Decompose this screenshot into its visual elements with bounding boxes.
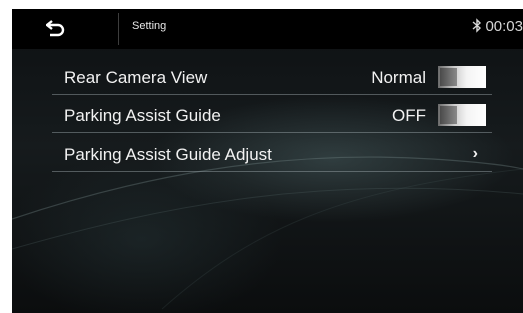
back-arrow-icon xyxy=(46,20,65,37)
bluetooth-icon xyxy=(472,18,482,33)
head-unit-screen: Setting 00:03 Rear Camera View Normal Pa… xyxy=(12,9,523,313)
chevron-right-icon: › xyxy=(472,145,478,162)
row-divider xyxy=(52,132,492,133)
setting-value: Normal xyxy=(371,68,426,87)
toggle-knob xyxy=(440,106,457,124)
back-button[interactable] xyxy=(12,9,118,49)
setting-row-parking-assist-guide-adjust[interactable]: Parking Assist Guide Adjust › xyxy=(52,136,492,172)
row-divider xyxy=(52,171,492,172)
setting-row-parking-assist-guide[interactable]: Parking Assist Guide OFF xyxy=(52,97,492,133)
page-title: Setting xyxy=(132,20,167,32)
setting-label: Parking Assist Guide xyxy=(64,106,221,125)
header-separator xyxy=(118,13,119,45)
setting-row-rear-camera-view[interactable]: Rear Camera View Normal xyxy=(52,59,492,95)
setting-label: Parking Assist Guide Adjust xyxy=(64,145,272,164)
setting-label: Rear Camera View xyxy=(64,68,208,87)
setting-value: OFF xyxy=(392,106,426,125)
rear-camera-view-toggle[interactable] xyxy=(438,66,486,88)
top-bar: Setting 00:03 xyxy=(12,9,523,49)
status-area: 00:03 xyxy=(472,18,523,35)
parking-assist-guide-toggle[interactable] xyxy=(438,104,486,126)
toggle-knob xyxy=(440,68,457,86)
row-divider xyxy=(52,94,492,95)
clock: 00:03 xyxy=(485,18,523,35)
